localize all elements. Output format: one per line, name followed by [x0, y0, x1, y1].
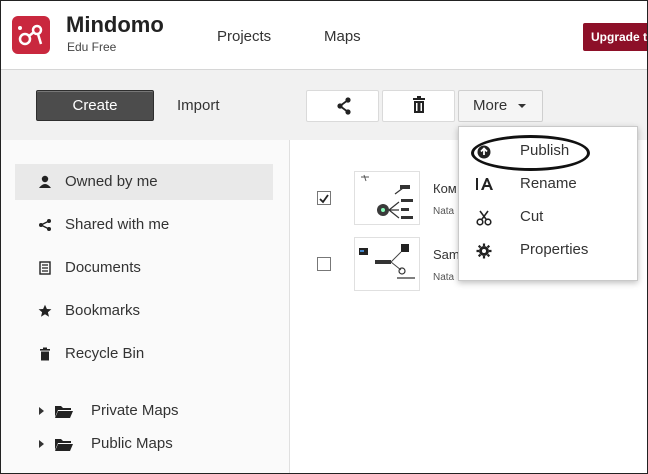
expand-arrow-icon[interactable]: [39, 440, 44, 448]
sidebar-item-label: Owned by me: [65, 173, 158, 190]
more-button[interactable]: More: [458, 90, 543, 122]
map-owner: Nata: [433, 272, 455, 283]
rename-icon: [475, 176, 493, 192]
menu-item-cut[interactable]: Cut: [459, 203, 637, 233]
sidebar-item-label: Bookmarks: [65, 302, 141, 319]
menu-item-properties[interactable]: Properties: [459, 236, 637, 266]
nav-projects[interactable]: Projects: [217, 28, 271, 45]
mindomo-logo[interactable]: [12, 16, 50, 54]
map-thumbnail[interactable]: [354, 171, 420, 225]
brand-name: Mindomo: [66, 12, 164, 37]
star-icon: [37, 293, 53, 331]
menu-item-label: Cut: [520, 208, 544, 225]
trash-icon: [413, 96, 425, 113]
sidebar-item-label: Recycle Bin: [65, 345, 145, 362]
delete-button[interactable]: [382, 90, 455, 122]
import-button[interactable]: Import: [177, 97, 220, 114]
map-title[interactable]: Sam: [433, 247, 460, 262]
share-button[interactable]: [306, 90, 379, 122]
gear-icon: [475, 243, 493, 259]
folder-icon: [55, 438, 73, 455]
map-thumbnail[interactable]: [354, 237, 420, 291]
folder-icon: [55, 405, 73, 422]
scissors-icon: [475, 210, 493, 226]
sidebar-item-label: Documents: [65, 259, 141, 276]
map-title[interactable]: Ком: [433, 181, 457, 196]
top-header: Mindomo Edu Free Projects Maps Upgrade t: [1, 1, 647, 70]
sidebar-item-bookmarks[interactable]: Bookmarks: [15, 293, 273, 329]
sidebar-item-owned-by-me[interactable]: Owned by me: [15, 164, 273, 200]
checkmark-icon: [319, 194, 329, 204]
map-owner: Nata: [433, 206, 455, 217]
create-button[interactable]: Create: [36, 90, 154, 121]
app-window: Mindomo Edu Free Projects Maps Upgrade t…: [0, 0, 648, 474]
nav-maps[interactable]: Maps: [324, 28, 361, 45]
document-icon: [37, 250, 53, 288]
row-checkbox[interactable]: [317, 191, 331, 205]
brand-plan: Edu Free: [67, 40, 117, 54]
share-icon: [337, 97, 351, 115]
expand-arrow-icon[interactable]: [39, 407, 44, 415]
folder-label: Public Maps: [91, 435, 173, 452]
user-icon: [37, 164, 53, 202]
sidebar-item-recycle-bin[interactable]: Recycle Bin: [15, 336, 273, 372]
row-checkbox[interactable]: [317, 257, 331, 271]
menu-item-label: Rename: [520, 175, 577, 192]
share-icon: [37, 207, 53, 245]
publish-highlight-ring: [471, 135, 590, 171]
sidebar-item-label: Shared with me: [65, 216, 170, 233]
trash-icon: [37, 336, 53, 374]
more-label: More: [473, 97, 508, 114]
upgrade-button[interactable]: Upgrade t: [583, 23, 647, 51]
caret-down-icon: [518, 104, 527, 109]
sidebar-item-documents[interactable]: Documents: [15, 250, 273, 286]
folder-label: Private Maps: [91, 402, 179, 419]
menu-item-rename[interactable]: Rename: [459, 170, 637, 200]
sidebar-item-shared-with-me[interactable]: Shared with me: [15, 207, 273, 243]
menu-item-label: Properties: [520, 241, 589, 258]
